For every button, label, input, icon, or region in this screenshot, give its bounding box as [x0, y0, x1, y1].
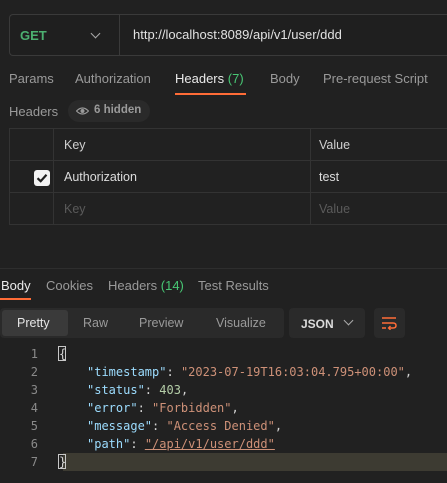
response-tab-headers-label: Headers	[108, 278, 158, 293]
active-tab-indicator	[175, 93, 246, 95]
response-divider	[0, 268, 447, 269]
tab-params[interactable]: Params	[9, 71, 54, 86]
tab-headers-label: Headers	[175, 71, 225, 86]
check-icon	[36, 174, 48, 183]
view-visualize-button[interactable]: Visualize	[216, 316, 266, 330]
json-close-brace: }	[59, 455, 67, 469]
request-bar: GET http://localhost:8089/api/v1/user/dd…	[9, 14, 447, 56]
row-enabled-checkbox[interactable]	[34, 170, 50, 186]
tab-body[interactable]: Body	[270, 71, 300, 86]
line-number: 7	[30, 455, 38, 469]
view-mode-selector: Pretty Raw Preview Visualize	[0, 308, 284, 338]
line-number: 6	[30, 437, 38, 451]
header-value-cell[interactable]: test	[319, 170, 339, 184]
divider	[119, 15, 120, 55]
view-raw-button[interactable]: Raw	[83, 316, 108, 330]
wrap-icon	[382, 317, 397, 330]
format-select[interactable]: JSON	[289, 308, 365, 338]
header-key-cell[interactable]: Authorization	[64, 170, 137, 184]
json-open-brace: {	[59, 347, 67, 361]
chevron-down-icon[interactable]	[90, 28, 101, 39]
line-number: 3	[30, 383, 38, 397]
json-field: "message": "Access Denied",	[87, 419, 283, 433]
json-field: "path": "/api/v1/user/ddd"	[87, 437, 275, 451]
line-number: 5	[30, 419, 38, 433]
response-active-tab-indicator	[0, 298, 31, 300]
tab-headers[interactable]: Headers (7)	[175, 71, 244, 86]
current-line-highlight	[63, 453, 447, 471]
json-field: "error": "Forbidden",	[87, 401, 239, 415]
tab-pre-request-script[interactable]: Pre-request Script	[323, 71, 428, 86]
response-tab-headers-count: (14)	[160, 278, 184, 293]
line-number: 4	[30, 401, 38, 415]
response-tab-body[interactable]: Body	[1, 278, 31, 293]
column-key: Key	[64, 138, 86, 152]
method-select[interactable]: GET	[20, 28, 47, 43]
tab-headers-count: (7)	[227, 71, 244, 86]
json-field: "timestamp": "2023-07-19T16:03:04.795+00…	[87, 365, 413, 379]
view-preview-button[interactable]: Preview	[139, 316, 183, 330]
response-tab-cookies[interactable]: Cookies	[46, 278, 93, 293]
path-link[interactable]: "/api/v1/user/ddd"	[145, 437, 275, 451]
table-row: Authorization test	[10, 161, 447, 193]
headers-section-title: Headers	[9, 104, 59, 119]
tab-authorization[interactable]: Authorization	[75, 71, 151, 86]
format-label: JSON	[301, 317, 334, 331]
chevron-down-icon	[343, 315, 354, 326]
headers-table: Key Value Authorization test Key Value	[9, 128, 447, 225]
response-tab-headers[interactable]: Headers (14)	[108, 278, 184, 293]
line-number: 2	[30, 365, 38, 379]
wrap-lines-button[interactable]	[374, 308, 405, 338]
hidden-count-label: 6 hidden	[94, 104, 142, 116]
line-number: 1	[30, 347, 38, 361]
table-row-empty: Key Value	[10, 193, 447, 225]
new-key-input[interactable]: Key	[64, 202, 86, 216]
view-pretty-button[interactable]: Pretty	[17, 316, 50, 330]
column-value: Value	[319, 138, 351, 152]
json-field: "status": 403,	[87, 383, 189, 397]
table-header-row: Key Value	[10, 129, 447, 161]
new-value-input[interactable]: Value	[319, 202, 350, 216]
response-tab-test-results[interactable]: Test Results	[198, 278, 269, 293]
eye-icon	[76, 107, 89, 115]
url-input[interactable]: http://localhost:8089/api/v1/user/ddd	[133, 27, 342, 42]
hidden-headers-toggle[interactable]: 6 hidden	[68, 100, 150, 122]
